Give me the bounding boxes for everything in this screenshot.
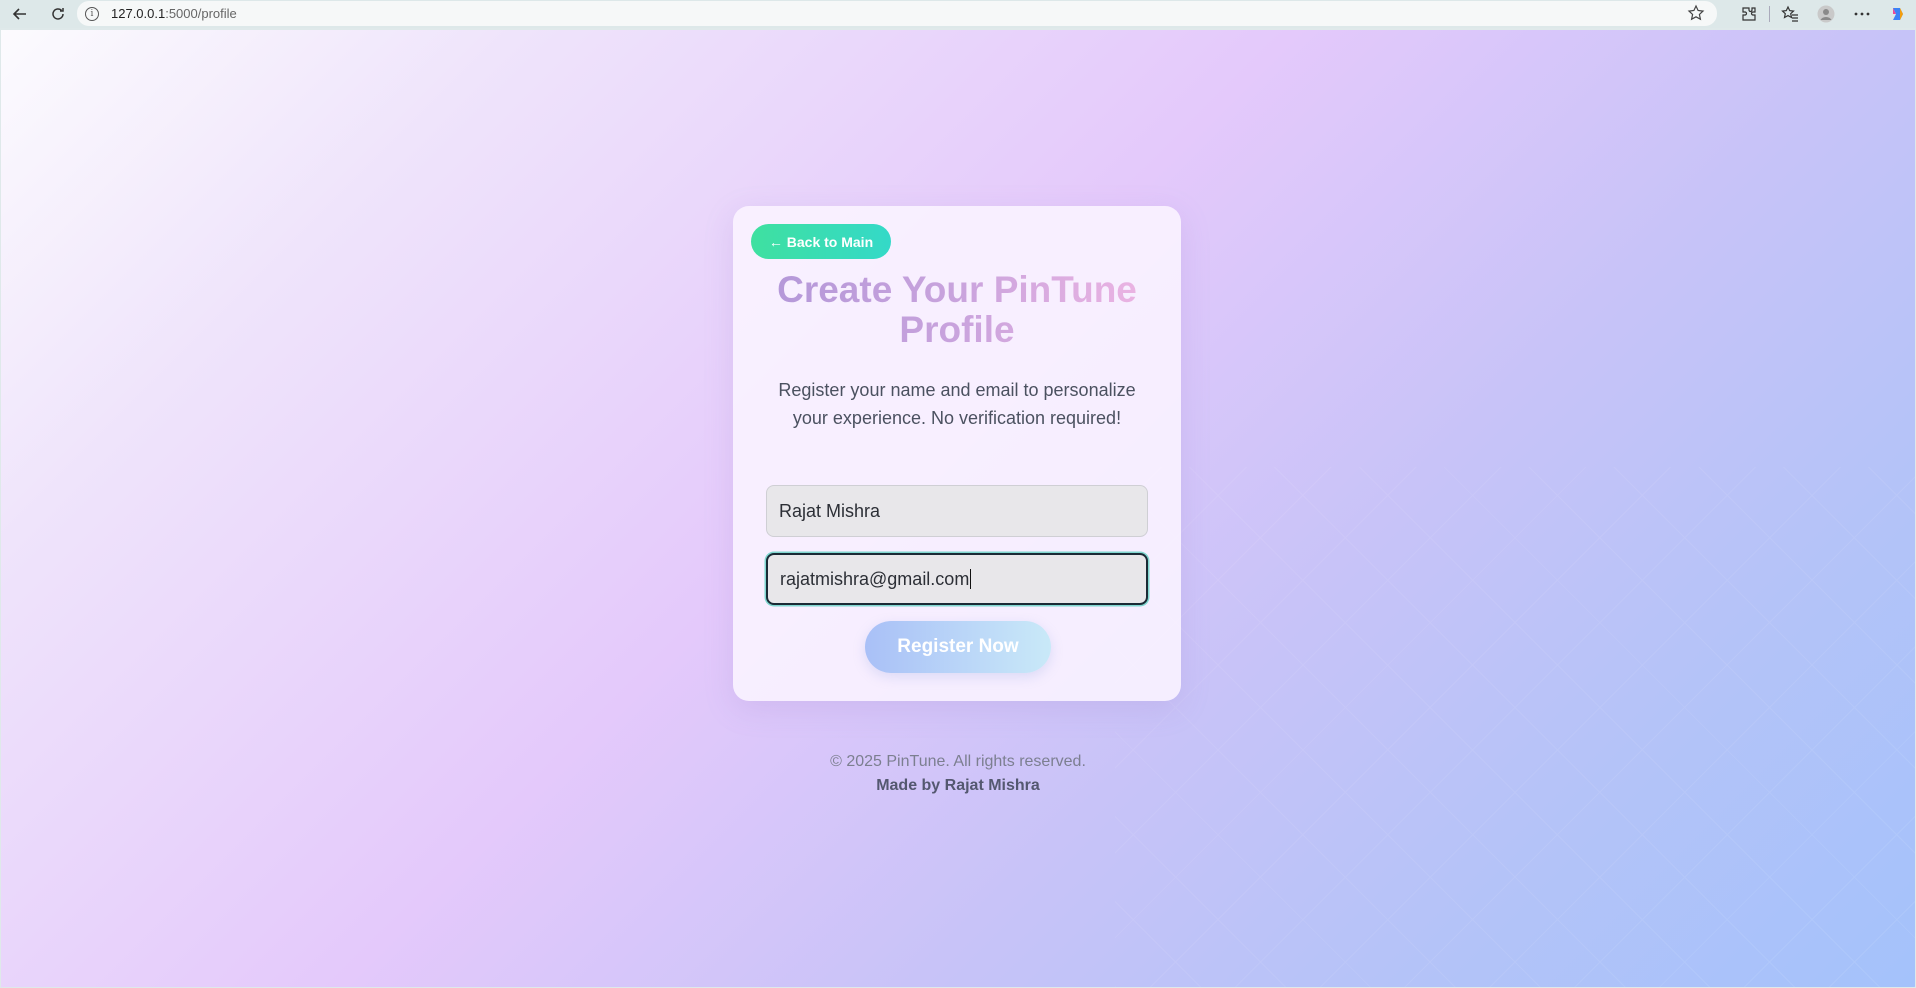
footer: © 2025 PinTune. All rights reserved. Mad… xyxy=(1,750,1915,798)
reload-icon[interactable] xyxy=(44,2,72,26)
back-to-main-button[interactable]: ← Back to Main xyxy=(751,224,891,259)
toolbar-divider xyxy=(1769,6,1770,22)
url-text: 127.0.0.1:5000/profile xyxy=(111,6,237,21)
page-title: Create Your PinTune Profile xyxy=(733,270,1181,350)
name-input[interactable]: Rajat Mishra xyxy=(766,485,1148,537)
extensions-icon[interactable] xyxy=(1731,0,1767,28)
email-input[interactable]: rajatmishra@gmail.com xyxy=(766,553,1148,605)
title-line-2: Profile xyxy=(899,309,1015,350)
copyright-text: © 2025 PinTune. All rights reserved. xyxy=(830,753,1086,770)
url-host: 127.0.0.1 xyxy=(111,6,166,21)
name-input-value: Rajat Mishra xyxy=(779,500,881,521)
profile-card: ← Back to Main Create Your PinTune Profi… xyxy=(733,206,1181,701)
background-pattern xyxy=(1115,467,1915,987)
profile-icon[interactable] xyxy=(1808,0,1844,28)
favorites-icon[interactable] xyxy=(1772,0,1808,28)
star-icon[interactable] xyxy=(1687,4,1705,22)
info-icon[interactable]: i xyxy=(85,6,99,21)
url-path: :5000/profile xyxy=(165,6,237,21)
register-button[interactable]: Register Now xyxy=(865,621,1051,673)
email-input-value: rajatmishra@gmail.com xyxy=(780,568,970,589)
back-icon[interactable] xyxy=(6,2,34,26)
page-viewport: ← Back to Main Create Your PinTune Profi… xyxy=(1,30,1915,987)
title-line-1: Create Your PinTune xyxy=(777,269,1137,310)
made-by-text: Made by Rajat Mishra xyxy=(876,777,1040,794)
copilot-icon[interactable] xyxy=(1880,0,1916,28)
browser-toolbar: i 127.0.0.1:5000/profile xyxy=(0,0,1916,28)
text-caret xyxy=(970,569,972,589)
subtitle: Register your name and email to personal… xyxy=(778,380,1136,428)
address-bar[interactable]: i 127.0.0.1:5000/profile xyxy=(77,1,1717,26)
more-icon[interactable] xyxy=(1844,0,1880,28)
